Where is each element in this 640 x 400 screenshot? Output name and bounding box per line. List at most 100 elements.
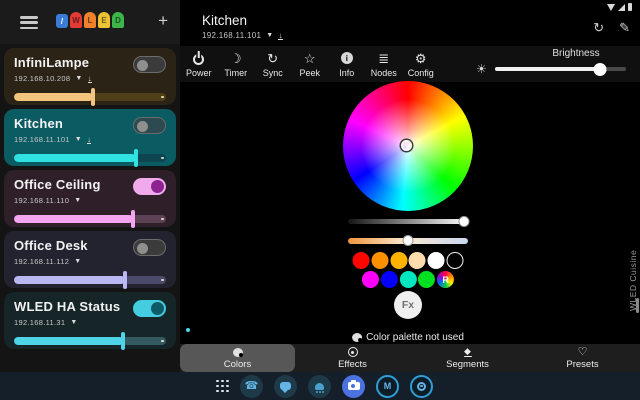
list-icon: ≣ xyxy=(378,50,390,66)
gear-icon: ⚙ xyxy=(414,50,427,66)
bottom-tab-bar: Colors Effects ◆ Segments ♡ Presets xyxy=(180,344,640,372)
battery-icon xyxy=(627,3,632,11)
power-toggle[interactable] xyxy=(133,239,166,256)
info-icon: i xyxy=(340,51,353,66)
page-indicator-dot xyxy=(186,328,190,332)
tab-presets[interactable]: ♡ Presets xyxy=(525,344,640,372)
color-swatch-row-1 xyxy=(352,252,464,269)
info-button[interactable]: i Info xyxy=(329,51,366,78)
toggle-thumb xyxy=(137,242,148,254)
device-ip: 192.168.11.101 xyxy=(14,135,70,144)
device-card-office-desk[interactable]: Office Desk 192.168.11.112 ▼ xyxy=(4,231,176,289)
circles-app-icon[interactable] xyxy=(410,374,433,398)
m-app-icon[interactable]: M xyxy=(376,374,399,398)
slider-knob[interactable] xyxy=(133,149,138,167)
device-brightness-slider[interactable] xyxy=(14,271,166,289)
power-toggle[interactable] xyxy=(133,178,166,195)
swatch-orange[interactable] xyxy=(371,252,389,269)
swatch-amber[interactable] xyxy=(390,252,408,269)
device-sidebar: / W L E D + InfiniLampe 192.168.10.208 ▼… xyxy=(0,0,180,372)
tab-segments[interactable]: ◆ Segments xyxy=(410,344,525,372)
edit-button[interactable]: ✎ xyxy=(619,20,630,36)
update-available-icon[interactable]: ↓ xyxy=(87,74,92,83)
messages-app-icon[interactable] xyxy=(274,374,297,398)
signal-icon xyxy=(617,4,625,11)
power-toggle[interactable] xyxy=(133,117,166,134)
slider-knob[interactable] xyxy=(121,332,126,350)
update-available-icon[interactable]: ↓ xyxy=(87,135,92,144)
power-toggle[interactable] xyxy=(133,300,166,317)
power-button[interactable]: Power xyxy=(181,51,218,78)
device-ip: 192.168.11.110 xyxy=(14,196,70,205)
swatch-random[interactable]: R xyxy=(437,271,455,288)
swatch-red[interactable] xyxy=(352,252,370,269)
master-brightness: Brightness ☀ xyxy=(476,46,626,82)
palette-icon xyxy=(352,333,363,342)
swatch-warm-white[interactable] xyxy=(408,252,426,269)
brightness-slider[interactable] xyxy=(494,62,626,76)
brightness-label: Brightness xyxy=(552,48,600,59)
app-drawer-icon[interactable] xyxy=(216,379,229,393)
page-title: Kitchen xyxy=(202,13,248,28)
segments-icon: ◆ xyxy=(463,345,472,358)
swatch-blue[interactable] xyxy=(380,271,398,288)
swatch-white[interactable] xyxy=(427,252,445,269)
swatch-turquoise[interactable] xyxy=(399,271,417,288)
refresh-button[interactable]: ↻ xyxy=(593,20,604,36)
camera-app-icon[interactable] xyxy=(342,374,365,398)
heart-icon: ♡ xyxy=(577,346,588,358)
peek-button[interactable]: ☆ Peek xyxy=(292,51,329,78)
wifi-icon: ▼ xyxy=(75,75,83,82)
device-brightness-slider[interactable] xyxy=(14,88,166,106)
sync-button[interactable]: ↻ Sync xyxy=(255,51,292,78)
device-name: InfiniLampe xyxy=(14,55,90,70)
scrollbar[interactable] xyxy=(636,298,639,313)
timer-button[interactable]: ☽ Timer xyxy=(218,51,255,78)
fx-button[interactable]: Fx xyxy=(394,291,422,319)
device-brightness-slider[interactable] xyxy=(14,332,166,350)
slider-knob[interactable] xyxy=(130,210,135,228)
value-slider[interactable] xyxy=(348,214,470,228)
config-button[interactable]: ⚙ Config xyxy=(403,51,440,78)
logo-led-d: D xyxy=(112,12,124,28)
swatch-green[interactable] xyxy=(418,271,436,288)
device-card-infinilampe[interactable]: InfiniLampe 192.168.10.208 ▼ ↓ xyxy=(4,48,176,106)
device-card-office-ceiling[interactable]: Office Ceiling 192.168.11.110 ▼ xyxy=(4,170,176,228)
device-ip: 192.168.11.112 xyxy=(14,257,70,266)
device-ip: 192.168.11.31 xyxy=(14,318,66,327)
menu-icon[interactable] xyxy=(20,16,38,29)
device-brightness-slider[interactable] xyxy=(14,210,166,228)
value-slider-knob[interactable] xyxy=(458,215,470,227)
slider-end-dot xyxy=(161,95,164,99)
device-card-wled-ha-status[interactable]: WLED HA Status 192.168.11.31 ▼ xyxy=(4,292,176,350)
tab-colors[interactable]: Colors xyxy=(180,344,295,372)
device-brightness-slider[interactable] xyxy=(14,149,166,167)
wifi-icon: ▼ xyxy=(74,258,82,265)
device-name: WLED HA Status xyxy=(14,299,121,314)
wled-control-panel: Kitchen 192.168.11.101 ▼ ↓ ↻ ✎ Power ☽ T… xyxy=(180,0,640,372)
phone-app-icon[interactable]: ☎ xyxy=(240,374,263,398)
nodes-button[interactable]: ≣ Nodes xyxy=(366,51,403,78)
sidebar-topbar: / W L E D + xyxy=(0,0,180,44)
power-toggle[interactable] xyxy=(133,56,166,73)
slider-knob[interactable] xyxy=(91,88,96,106)
white-balance-knob[interactable] xyxy=(402,234,414,246)
moon-icon: ☽ xyxy=(229,50,242,66)
swatch-magenta[interactable] xyxy=(361,271,379,288)
slider-end-dot xyxy=(161,156,164,160)
white-balance-slider[interactable] xyxy=(348,233,468,247)
update-available-icon[interactable]: ↓ xyxy=(278,31,283,40)
swatch-black[interactable] xyxy=(446,252,464,269)
slider-end-dot xyxy=(161,217,164,221)
color-wheel-cursor[interactable] xyxy=(401,140,412,151)
wled-logo: / W L E D xyxy=(56,12,124,28)
wifi-icon: ▼ xyxy=(266,32,274,39)
color-wheel[interactable] xyxy=(343,81,473,211)
brightness-knob[interactable] xyxy=(593,62,607,76)
add-device-button[interactable]: + xyxy=(158,11,168,31)
power-icon xyxy=(193,51,205,66)
device-card-kitchen[interactable]: Kitchen 192.168.11.101 ▼ ↓ xyxy=(4,109,176,167)
slider-knob[interactable] xyxy=(122,271,127,289)
tab-effects[interactable]: Effects xyxy=(295,344,410,372)
octopus-app-icon[interactable] xyxy=(308,374,331,398)
